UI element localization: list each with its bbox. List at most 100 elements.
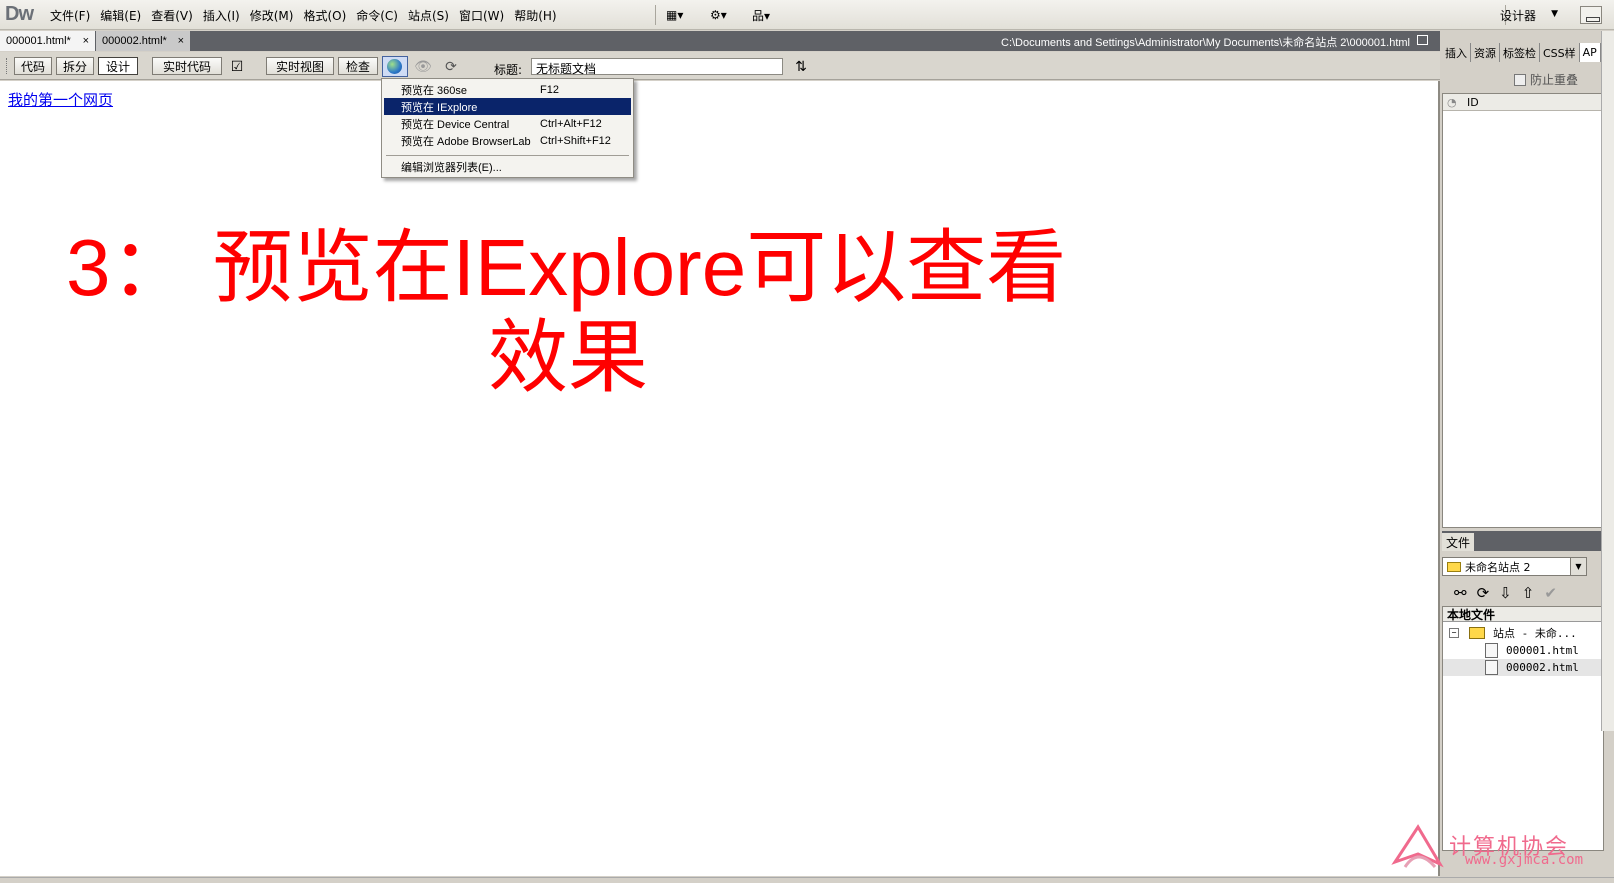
site-select-value: 未命名站点 2 (1465, 560, 1531, 574)
status-bar (0, 877, 1614, 883)
prevent-overlap-label: 防止重叠 (1530, 73, 1579, 87)
menu-window[interactable]: 窗口(W) (457, 7, 512, 24)
refresh-icon[interactable]: ⟳ (440, 57, 462, 76)
file-management-icon[interactable]: ⇅ (790, 57, 812, 76)
files-toolbar: ⚯ ⟳ ⇩ ⇧ ✔ (1442, 582, 1612, 604)
gear-icon[interactable]: ⚙▾ (710, 5, 727, 25)
menu-commands[interactable]: 命令(C) (354, 7, 406, 24)
menu-item-shortcut: Ctrl+Shift+F12 (540, 134, 611, 147)
panel-tab-strip: 插入 资源 标签检 CSS样 AP (1442, 43, 1612, 62)
watermark-url: www.gxjmca.com (1465, 852, 1584, 868)
annotation-caption: 效果 (488, 313, 648, 402)
tree-item-file[interactable]: 000001.html (1443, 642, 1603, 659)
minimize-icon[interactable] (1580, 6, 1602, 24)
tab-label: 000002.html* (102, 35, 167, 47)
folder-icon (1447, 562, 1461, 572)
tree-item-label: 000001.html (1506, 644, 1579, 657)
right-panel-dock: 插入 资源 标签检 CSS样 AP 防止重叠 ◔ ID 文件 未命名站点 2 ▼… (1442, 31, 1614, 876)
menu-item-preview-iexplore[interactable]: 预览在 IExplore (384, 98, 631, 115)
preview-dropdown-menu: 预览在 360se F12 预览在 IExplore 预览在 Device Ce… (381, 78, 634, 178)
title-label: 标题: (494, 63, 523, 77)
menu-view[interactable]: 查看(V) (149, 7, 201, 24)
tab-css-styles[interactable]: CSS样 (1540, 43, 1580, 62)
menu-separator (386, 155, 629, 156)
split-view-button[interactable]: 拆分 (56, 57, 94, 75)
checkbox-icon[interactable] (1514, 73, 1526, 86)
eye-icon[interactable]: ◔ (1447, 96, 1457, 109)
html-file-icon (1485, 643, 1498, 658)
tab-ap-elements[interactable]: AP (1579, 43, 1601, 62)
menu-item-label: 编辑浏览器列表(E)... (401, 161, 502, 174)
ap-elements-list[interactable]: ◔ ID (1442, 93, 1604, 528)
tab-files[interactable]: 文件 (1442, 533, 1474, 551)
menu-item-label: 预览在 Adobe BrowserLab (401, 135, 531, 148)
document-path: C:\Documents and Settings\Administrator\… (1001, 37, 1410, 49)
globe-icon (387, 59, 402, 74)
watermark-logo-icon (1391, 824, 1444, 868)
browser-check-icon[interactable]: ☑ (226, 57, 248, 76)
site-select[interactable]: 未命名站点 2 ▼ (1442, 557, 1587, 576)
chevron-down-icon[interactable]: ▼ (1570, 558, 1586, 575)
menu-file[interactable]: 文件(F) (48, 7, 98, 24)
visual-aids-icon[interactable]: 👁 (412, 57, 434, 76)
preview-in-browser-button[interactable] (382, 56, 408, 77)
connect-icon[interactable]: ⚯ (1454, 584, 1467, 602)
main-menu: 文件(F) 编辑(E) 查看(V) 插入(I) 修改(M) 格式(O) 命令(C… (48, 7, 565, 24)
close-icon[interactable]: × (178, 35, 184, 47)
menu-format[interactable]: 格式(O) (301, 7, 354, 24)
tab-tag-inspector[interactable]: 标签检 (1500, 43, 1540, 62)
design-view-button[interactable]: 设计 (98, 57, 138, 75)
panel-scrollbar[interactable] (1601, 31, 1614, 731)
tree-item-site-root[interactable]: − 站点 - 未命... (1443, 624, 1603, 641)
menu-insert[interactable]: 插入(I) (201, 7, 248, 24)
check-in-icon[interactable]: ✔ (1544, 584, 1557, 602)
menu-separator (655, 5, 656, 25)
menu-site[interactable]: 站点(S) (406, 7, 457, 24)
layout-icon[interactable]: ▦▾ (666, 5, 683, 25)
tree-item-file[interactable]: 000002.html (1443, 659, 1603, 676)
close-icon[interactable]: × (83, 35, 89, 47)
menu-item-edit-browser-list[interactable]: 编辑浏览器列表(E)... (384, 158, 631, 175)
refresh-icon[interactable]: ⟳ (1477, 584, 1490, 602)
menu-item-label: 预览在 Device Central (401, 118, 510, 131)
tab-insert[interactable]: 插入 (1442, 43, 1471, 62)
site-map-icon[interactable]: 品▾ (752, 5, 770, 25)
menu-item-shortcut: F12 (540, 83, 559, 96)
tab-label: 000001.html* (6, 35, 71, 47)
workspace-switcher[interactable]: 设计器 (1500, 7, 1536, 24)
local-files-header[interactable]: 本地文件 (1443, 607, 1603, 622)
menu-item-preview-device-central[interactable]: 预览在 Device Central Ctrl+Alt+F12 (384, 115, 631, 132)
tree-item-label: 000002.html (1506, 661, 1579, 674)
live-view-button[interactable]: 实时视图 (266, 57, 334, 75)
restore-icon[interactable] (1417, 35, 1428, 45)
ap-column-id[interactable]: ◔ ID (1443, 94, 1603, 111)
file-tree: 本地文件 − 站点 - 未命... 000001.html 000002.htm… (1442, 606, 1604, 851)
inspect-button[interactable]: 检查 (338, 57, 378, 75)
live-code-button[interactable]: 实时代码 (152, 57, 222, 75)
menu-item-preview-360se[interactable]: 预览在 360se F12 (384, 81, 631, 98)
menu-bar: Dw 文件(F) 编辑(E) 查看(V) 插入(I) 修改(M) 格式(O) 命… (0, 0, 1614, 30)
menu-modify[interactable]: 修改(M) (248, 7, 302, 24)
collapse-icon[interactable]: − (1449, 627, 1459, 638)
menu-item-label: 预览在 360se (401, 84, 468, 97)
document-toolbar: 代码 拆分 设计 实时代码 ☑ 实时视图 检查 👁 ⟳ 标题: 无标题文档 ⇅ (0, 52, 1440, 80)
folder-icon (1469, 626, 1485, 639)
page-link[interactable]: 我的第一个网页 (8, 89, 113, 110)
app-logo: Dw (5, 3, 34, 25)
chevron-down-icon[interactable]: ▼ (1551, 9, 1558, 19)
design-canvas[interactable]: 我的第一个网页 3： 预览在IExplore可以查看 效果 (0, 81, 1440, 876)
get-files-icon[interactable]: ⇩ (1499, 584, 1512, 602)
menu-edit[interactable]: 编辑(E) (98, 7, 149, 24)
code-view-button[interactable]: 代码 (14, 57, 52, 75)
put-files-icon[interactable]: ⇧ (1522, 584, 1535, 602)
menu-item-preview-browserlab[interactable]: 预览在 Adobe BrowserLab Ctrl+Shift+F12 (384, 132, 631, 149)
menu-help[interactable]: 帮助(H) (512, 7, 564, 24)
tab-000002[interactable]: 000002.html* × (96, 31, 190, 51)
tab-000001[interactable]: 000001.html* × (0, 31, 95, 51)
html-file-icon (1485, 660, 1498, 675)
tab-assets[interactable]: 资源 (1471, 43, 1500, 62)
prevent-overlap-checkbox[interactable]: 防止重叠 (1514, 71, 1578, 88)
menu-item-label: 预览在 IExplore (401, 101, 478, 114)
ap-header-label: ID (1467, 95, 1479, 109)
title-input[interactable]: 无标题文档 (531, 58, 783, 76)
